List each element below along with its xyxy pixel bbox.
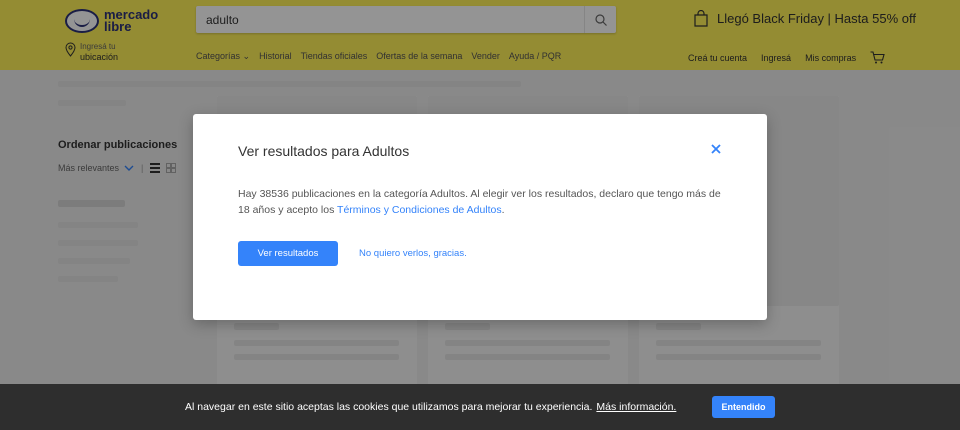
modal-title: Ver resultados para Adultos (238, 143, 410, 159)
view-results-button[interactable]: Ver resultados (238, 241, 338, 266)
cookie-more-info-link[interactable]: Más información. (596, 401, 676, 413)
terms-link[interactable]: Términos y Condiciones de Adultos (337, 204, 502, 216)
adult-content-modal: Ver resultados para Adultos Hay 38536 pu… (193, 114, 767, 320)
close-icon (711, 144, 721, 154)
cookie-bar: Al navegar en este sitio aceptas las coo… (0, 384, 960, 430)
modal-body: Hay 38536 publicaciones en la categoría … (238, 186, 728, 218)
cookie-accept-button[interactable]: Entendido (712, 396, 775, 418)
modal-body-end: . (501, 204, 505, 216)
close-button[interactable] (708, 141, 724, 157)
cookie-message: Al navegar en este sitio aceptas las coo… (185, 401, 593, 413)
decline-link[interactable]: No quiero verlos, gracias. (359, 248, 467, 259)
